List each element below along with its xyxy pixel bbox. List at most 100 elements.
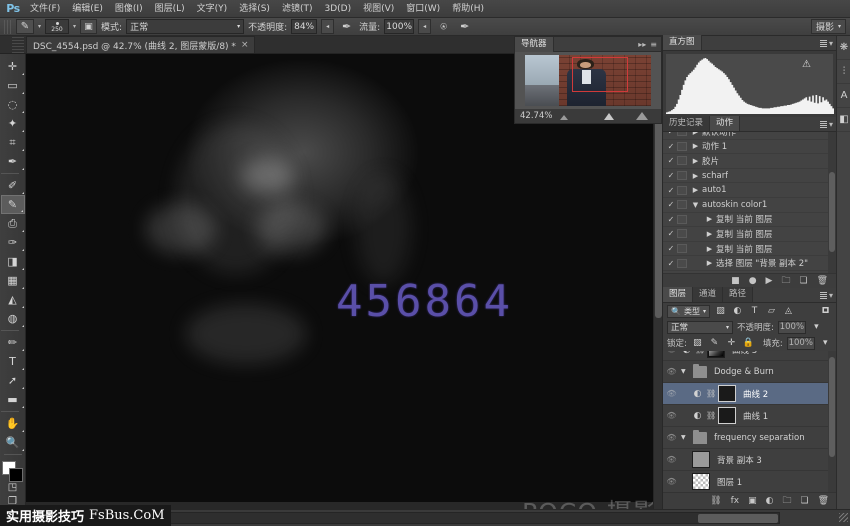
new-layer-icon[interactable]: ❏ bbox=[800, 496, 808, 506]
tab-history[interactable]: 历史记录 bbox=[663, 116, 710, 131]
resize-grip[interactable] bbox=[839, 513, 848, 522]
menu-item-2[interactable]: 图像(I) bbox=[109, 0, 149, 18]
menu-item-4[interactable]: 文字(Y) bbox=[191, 0, 234, 18]
close-icon[interactable]: × bbox=[241, 40, 249, 50]
quick-mask-icon[interactable]: ◳ bbox=[1, 480, 25, 494]
eraser-tool[interactable]: ◨ bbox=[1, 252, 25, 271]
chevron-right-icon[interactable]: ▶ bbox=[703, 215, 716, 223]
chevron-down-icon[interactable]: ▼ bbox=[681, 368, 690, 375]
shape-filter-icon[interactable]: ▱ bbox=[765, 305, 778, 318]
eye-icon[interactable]: 👁 bbox=[665, 411, 678, 420]
menu-item-7[interactable]: 3D(D) bbox=[318, 0, 357, 18]
opacity-input[interactable]: 84% bbox=[291, 19, 317, 34]
layer-thumbnail[interactable] bbox=[692, 451, 710, 468]
record-icon[interactable]: ● bbox=[749, 276, 757, 286]
zoom-out-icon[interactable] bbox=[560, 115, 568, 120]
history-brush-tool[interactable]: ✑ bbox=[1, 233, 25, 252]
layer-style-icon[interactable]: fx bbox=[731, 496, 740, 506]
eye-icon[interactable]: 👁 bbox=[665, 433, 678, 442]
menu-item-8[interactable]: 视图(V) bbox=[357, 0, 400, 18]
layers-scrollbar[interactable] bbox=[828, 351, 836, 492]
lasso-tool[interactable]: ◌ bbox=[1, 95, 25, 114]
pen-tool[interactable]: ✏ bbox=[1, 333, 25, 352]
zoom-slider-handle[interactable] bbox=[604, 113, 614, 120]
action-enabled-checkbox[interactable]: ✓ bbox=[665, 142, 677, 151]
adjustments-icon[interactable]: ⫶ bbox=[837, 60, 850, 84]
layer-thumbnail[interactable] bbox=[718, 407, 736, 424]
link-icon[interactable]: ⛓ bbox=[706, 389, 715, 398]
crop-tool[interactable]: ⌗ bbox=[1, 133, 25, 152]
navigator-tab[interactable]: 导航器 bbox=[515, 37, 554, 52]
canvas-hscroll-thumb[interactable] bbox=[698, 514, 778, 523]
layer-fill-input[interactable]: 100% bbox=[787, 337, 815, 350]
layers-scroll-thumb[interactable] bbox=[829, 357, 835, 457]
flow-input[interactable]: 100% bbox=[384, 19, 414, 34]
brush-tool[interactable]: ✎ bbox=[1, 195, 25, 214]
layer-opacity-input[interactable]: 100% bbox=[778, 321, 806, 334]
action-enabled-checkbox[interactable]: ✓ bbox=[665, 156, 677, 165]
layer-row[interactable]: 👁背景 副本 3 bbox=[663, 449, 836, 471]
opacity-pressure-icon[interactable]: ✒ bbox=[338, 19, 355, 34]
dodge-tool[interactable]: ◍ bbox=[1, 309, 25, 328]
lock-paint-icon[interactable]: ✎ bbox=[708, 337, 721, 350]
tab-layers[interactable]: 图层 bbox=[663, 287, 693, 302]
chevron-down-icon[interactable]: ▼ bbox=[689, 201, 702, 209]
layer-mask-icon[interactable]: ▣ bbox=[748, 496, 757, 506]
layers-panel-menu[interactable]: ▾ bbox=[820, 291, 833, 300]
filter-toggle-icon[interactable]: 🞓 bbox=[819, 305, 832, 318]
layer-opacity-stepper[interactable]: ▾ bbox=[810, 321, 823, 334]
layer-list[interactable]: 👁◐⛓曲线 3👁▼Dodge & Burn👁◐⛓曲线 2👁◐⛓曲线 1👁▼fre… bbox=[663, 351, 836, 492]
histogram-warning-icon[interactable]: ⚠ bbox=[802, 59, 811, 70]
eye-icon[interactable]: 👁 bbox=[665, 477, 678, 486]
canvas-horizontal-scrollbar[interactable] bbox=[170, 512, 780, 524]
tablet-pressure-icon[interactable]: ✒ bbox=[456, 19, 473, 34]
blur-tool[interactable]: ◭ bbox=[1, 290, 25, 309]
airbrush-toggle-icon[interactable]: ⍟ bbox=[435, 19, 452, 34]
navigator-zoom-slider[interactable] bbox=[558, 111, 650, 121]
menu-item-5[interactable]: 选择(S) bbox=[233, 0, 276, 18]
action-dialog-toggle[interactable] bbox=[677, 244, 687, 253]
layer-row[interactable]: 👁▼frequency separation bbox=[663, 427, 836, 449]
opacity-stepper[interactable]: ◂ bbox=[321, 19, 334, 34]
gradient-tool[interactable]: ▦ bbox=[1, 271, 25, 290]
hand-tool[interactable]: ✋ bbox=[1, 414, 25, 433]
histogram-panel-menu[interactable]: ▾ bbox=[820, 39, 833, 48]
menu-item-1[interactable]: 编辑(E) bbox=[66, 0, 109, 18]
layer-fill-stepper[interactable]: ▾ bbox=[819, 337, 832, 350]
panel-menu-icon[interactable]: ≡ bbox=[650, 40, 657, 49]
chevron-right-icon[interactable]: ▶ bbox=[689, 172, 702, 180]
actions-panel-menu[interactable]: ▾ bbox=[820, 120, 833, 129]
layer-blend-mode-select[interactable]: 正常 ▾ bbox=[667, 321, 733, 334]
adjustment-filter-icon[interactable]: ◐ bbox=[731, 305, 744, 318]
character-icon[interactable]: A bbox=[837, 84, 850, 108]
chevron-right-icon[interactable]: ▶ bbox=[703, 230, 716, 238]
smart-filter-icon[interactable]: ◬ bbox=[782, 305, 795, 318]
zoom-tool[interactable]: 🔍 bbox=[1, 433, 25, 452]
action-dialog-toggle[interactable] bbox=[677, 200, 687, 209]
blend-mode-select[interactable]: 正常 ▾ bbox=[126, 19, 244, 34]
shape-tool[interactable]: ▬ bbox=[1, 390, 25, 409]
type-tool[interactable]: T bbox=[1, 352, 25, 371]
active-tool-icon[interactable]: ✎ bbox=[16, 19, 34, 34]
brush-preset-chevron-icon[interactable]: ▾ bbox=[73, 23, 76, 30]
action-row[interactable]: ✓▶动作 1 bbox=[663, 140, 836, 155]
action-row[interactable]: ✓▶胶片 bbox=[663, 154, 836, 169]
stop-icon[interactable]: ■ bbox=[731, 276, 740, 286]
actions-scrollbar[interactable] bbox=[828, 132, 836, 273]
action-row[interactable]: ✓▶默认动作 bbox=[663, 132, 836, 140]
action-row[interactable]: ✓▶高斯模糊 bbox=[663, 271, 836, 273]
link-icon[interactable]: ⛓ bbox=[706, 411, 715, 420]
tab-bar-grip[interactable] bbox=[12, 35, 24, 53]
pixel-filter-icon[interactable]: ▨ bbox=[714, 305, 727, 318]
new-group-icon[interactable]: 🗀 bbox=[782, 493, 791, 509]
lock-all-icon[interactable]: 🔒 bbox=[742, 337, 755, 350]
layer-thumbnail[interactable] bbox=[718, 385, 736, 402]
actions-list[interactable]: ✓▶默认动作✓▶动作 1✓▶胶片✓▶scharf✓▶auto1✓▼autoski… bbox=[663, 132, 836, 273]
tab-actions[interactable]: 动作 bbox=[710, 116, 740, 131]
action-row[interactable]: ✓▼autoskin color1 bbox=[663, 198, 836, 213]
options-bar-grip[interactable] bbox=[4, 20, 12, 34]
action-row[interactable]: ✓▶复制 当前 图层 bbox=[663, 213, 836, 228]
action-dialog-toggle[interactable] bbox=[677, 259, 687, 268]
color-icon[interactable]: ❋ bbox=[837, 36, 850, 60]
color-swatches[interactable] bbox=[1, 460, 25, 480]
